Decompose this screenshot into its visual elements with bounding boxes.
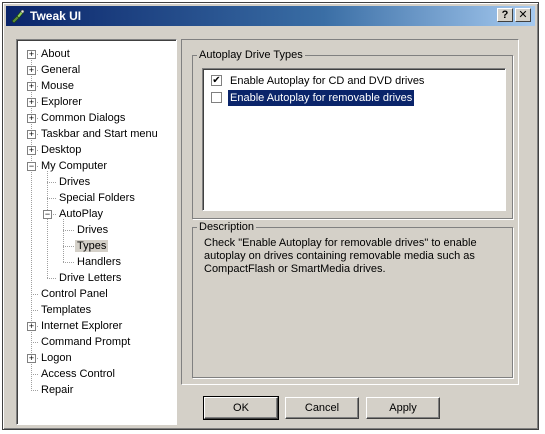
tree-item-general[interactable]: General bbox=[39, 62, 82, 78]
checkbox-cd-dvd-drives[interactable]: ✔ bbox=[211, 75, 222, 86]
description-text: Check "Enable Autoplay for removable dri… bbox=[204, 237, 477, 275]
tree-item-special-folders[interactable]: Special Folders bbox=[57, 190, 137, 206]
cancel-button[interactable]: Cancel bbox=[285, 397, 359, 419]
tree-item-internet-explorer[interactable]: Internet Explorer bbox=[39, 318, 124, 334]
help-button[interactable]: ? bbox=[497, 8, 513, 22]
expand-about-icon[interactable]: + bbox=[27, 50, 36, 59]
tree-item-autoplay-drives[interactable]: Drives bbox=[75, 222, 110, 238]
option-cd-dvd-drives-label: Enable Autoplay for CD and DVD drives bbox=[230, 75, 425, 87]
tree-item-logon[interactable]: Logon bbox=[39, 350, 74, 366]
tree-item-drive-letters[interactable]: Drive Letters bbox=[57, 270, 123, 286]
expand-explorer-icon[interactable]: + bbox=[27, 98, 36, 107]
tree-item-autoplay-types[interactable]: Types bbox=[75, 238, 109, 254]
expand-internet-explorer-icon[interactable]: + bbox=[27, 322, 36, 331]
tree-item-about[interactable]: About bbox=[39, 46, 72, 62]
tweak-ui-app-icon bbox=[11, 9, 25, 24]
option-removable-drives-label: Enable Autoplay for removable drives bbox=[228, 90, 415, 106]
tree-item-explorer[interactable]: Explorer bbox=[39, 94, 84, 110]
expand-desktop-icon[interactable]: + bbox=[27, 146, 36, 155]
tree-item-taskbar-start-menu[interactable]: Taskbar and Start menu bbox=[39, 126, 160, 142]
description-legend: Description bbox=[199, 221, 255, 233]
tree-item-my-computer[interactable]: My Computer bbox=[39, 158, 109, 174]
title-bar[interactable]: Tweak UI ? ✕ bbox=[6, 6, 535, 26]
expand-taskbar-icon[interactable]: + bbox=[27, 130, 36, 139]
expand-mouse-icon[interactable]: + bbox=[27, 82, 36, 91]
apply-button[interactable]: Apply bbox=[366, 397, 440, 419]
collapse-autoplay-icon[interactable]: − bbox=[43, 210, 52, 219]
tree-item-common-dialogs[interactable]: Common Dialogs bbox=[39, 110, 127, 126]
ok-button[interactable]: OK bbox=[203, 396, 279, 420]
expand-general-icon[interactable]: + bbox=[27, 66, 36, 75]
tree-item-desktop[interactable]: Desktop bbox=[39, 142, 83, 158]
tree-item-autoplay-handlers[interactable]: Handlers bbox=[75, 254, 123, 270]
checkbox-removable-drives[interactable] bbox=[211, 92, 222, 103]
tree-item-repair[interactable]: Repair bbox=[39, 382, 75, 398]
tree-item-access-control[interactable]: Access Control bbox=[39, 366, 117, 382]
tweak-ui-window: Tweak UI ? ✕ + + + + + + + − − + + About… bbox=[2, 2, 539, 430]
tree-item-control-panel[interactable]: Control Panel bbox=[39, 286, 110, 302]
tree-item-autoplay[interactable]: AutoPlay bbox=[57, 206, 105, 222]
tree-item-command-prompt[interactable]: Command Prompt bbox=[39, 334, 132, 350]
settings-tree[interactable]: + + + + + + + − − + + About General Mous… bbox=[16, 39, 177, 425]
close-button[interactable]: ✕ bbox=[515, 8, 531, 22]
autoplay-types-list[interactable]: ✔ Enable Autoplay for CD and DVD drives … bbox=[202, 68, 506, 211]
expand-logon-icon[interactable]: + bbox=[27, 354, 36, 363]
tree-item-templates[interactable]: Templates bbox=[39, 302, 93, 318]
tree-item-drives[interactable]: Drives bbox=[57, 174, 92, 190]
autoplay-drive-types-legend: Autoplay Drive Types bbox=[199, 49, 303, 61]
window-title: Tweak UI bbox=[30, 9, 82, 23]
collapse-my-computer-icon[interactable]: − bbox=[27, 162, 36, 171]
tree-item-mouse[interactable]: Mouse bbox=[39, 78, 76, 94]
expand-common-dialogs-icon[interactable]: + bbox=[27, 114, 36, 123]
